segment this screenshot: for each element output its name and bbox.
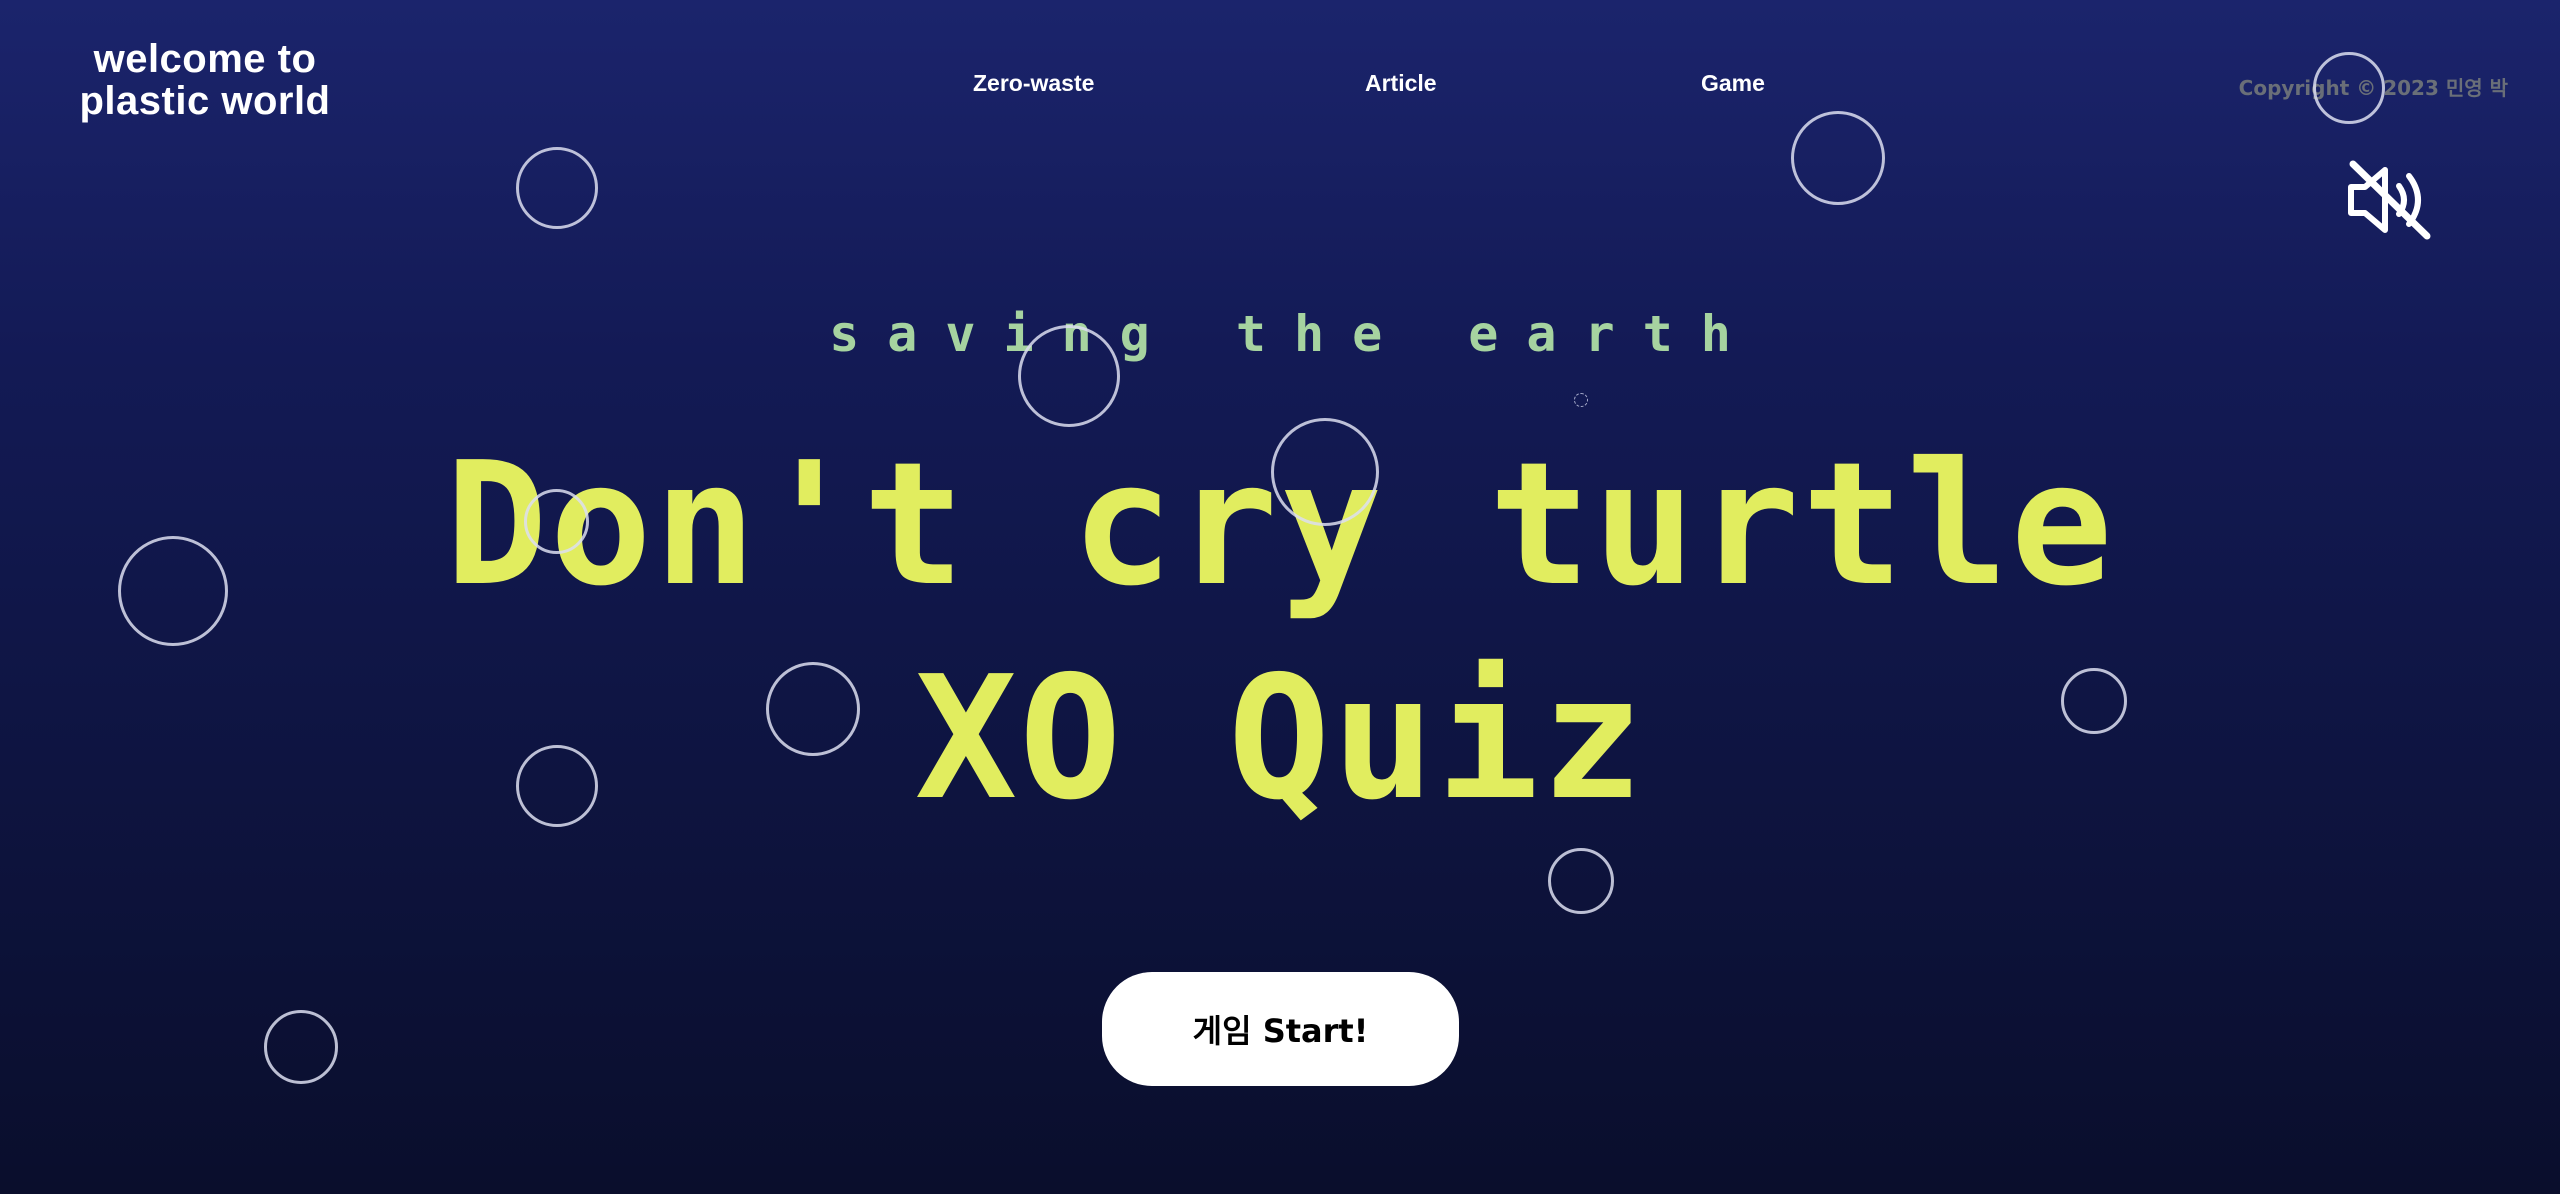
bubble-circle	[1018, 325, 1120, 427]
bubble-circle	[1271, 418, 1379, 526]
bubble-circle	[118, 536, 228, 646]
nav-item-zero-waste[interactable]: Zero-waste	[973, 70, 1094, 97]
bubble-circle	[264, 1010, 338, 1084]
game-start-button[interactable]: 게임 Start!	[1102, 972, 1459, 1086]
speaker-muted-icon	[2348, 160, 2431, 240]
bubble-circle	[516, 147, 598, 229]
bubble-circle	[2061, 668, 2127, 734]
bubble-circle	[2313, 52, 2385, 124]
main-nav: Zero-waste Article Game	[0, 70, 2560, 100]
bubble-circle	[766, 662, 860, 756]
mute-toggle-button[interactable]	[2345, 160, 2435, 240]
bubble-circle	[1548, 848, 1614, 914]
bubble-circle	[516, 745, 598, 827]
bubble-circle	[524, 489, 589, 554]
hero-title-line2: XO Quiz	[914, 640, 1646, 838]
nav-item-article[interactable]: Article	[1365, 70, 1437, 97]
bubble-circle	[1791, 111, 1885, 205]
nav-item-game[interactable]: Game	[1701, 70, 1765, 97]
bubble-circle	[1574, 393, 1588, 407]
hero-subtitle: saving the earth	[829, 305, 1759, 363]
